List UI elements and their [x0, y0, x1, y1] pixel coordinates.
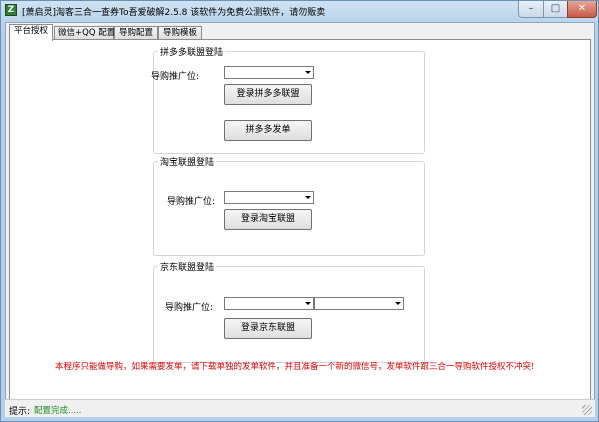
- taobao-promo-label: 导购推广位:: [167, 197, 216, 207]
- status-text: 配置完成.....: [34, 406, 82, 416]
- tab-wechat-qq-config[interactable]: 微信+QQ 配置: [54, 26, 115, 40]
- chevron-down-icon: [305, 302, 311, 305]
- notice-text: 本程序只能做导购，如果需要发单，请下载单独的发单软件，并且准备一个新的微信号，发…: [55, 362, 535, 372]
- maximize-button[interactable]: □: [543, 1, 568, 18]
- pdd-order-button[interactable]: 拼多多发单: [224, 120, 312, 141]
- status-bar: 提示: 配置完成.....: [5, 399, 595, 417]
- jd-login-button[interactable]: 登录京东联盟: [224, 318, 312, 339]
- status-label: 提示:: [9, 407, 31, 417]
- jd-promo-select-secondary[interactable]: [314, 297, 404, 310]
- tab-shopping-template[interactable]: 导购模板: [158, 26, 202, 40]
- pdd-promo-select[interactable]: [224, 66, 314, 79]
- taobao-group-title: 淘宝联盟登陆: [158, 155, 217, 168]
- app-logo-icon: Z: [5, 4, 17, 16]
- pdd-login-button[interactable]: 登录拼多多联盟: [224, 84, 312, 105]
- chevron-down-icon: [395, 302, 401, 305]
- client-area: 平台授权 微信+QQ 配置 导购配置 导购模板 拼多多联盟登陆 导购推广位: 登…: [5, 22, 595, 417]
- taobao-login-group: 淘宝联盟登陆 导购推广位: 登录淘宝联盟: [153, 155, 425, 256]
- jd-group-title: 京东联盟登陆: [158, 260, 217, 273]
- taobao-login-button[interactable]: 登录淘宝联盟: [224, 209, 312, 230]
- pdd-login-group: 拼多多联盟登陆 导购推广位: 登录拼多多联盟 拼多多发单: [151, 45, 425, 154]
- resize-grip-icon[interactable]: [582, 405, 592, 415]
- chevron-down-icon: [305, 196, 311, 199]
- minimize-button[interactable]: –: [518, 1, 544, 18]
- tab-shopping-config[interactable]: 导购配置: [114, 26, 158, 40]
- tab-panel-platform-auth: 拼多多联盟登陆 导购推广位: 登录拼多多联盟 拼多多发单 淘宝联盟登陆 导购推广…: [9, 39, 591, 414]
- taobao-promo-select[interactable]: [224, 191, 314, 204]
- title-bar[interactable]: Z [萧启灵]淘客三合一查券To吾爱破解2.5.8 该软件为免费公测软件，请勿贩…: [1, 1, 598, 21]
- jd-promo-label: 导购推广位:: [165, 303, 214, 313]
- pdd-promo-label: 导购推广位:: [151, 72, 200, 82]
- window-title: [萧启灵]淘客三合一查券To吾爱破解2.5.8 该软件为免费公测软件，请勿贩卖: [22, 8, 326, 18]
- close-button[interactable]: ✕: [567, 1, 597, 18]
- pdd-group-title: 拼多多联盟登陆: [158, 45, 226, 58]
- jd-login-group: 京东联盟登陆 导购推广位: 登录京东联盟: [153, 260, 425, 363]
- jd-promo-select[interactable]: [224, 297, 314, 310]
- app-window: Z [萧启灵]淘客三合一查券To吾爱破解2.5.8 该软件为免费公测软件，请勿贩…: [0, 0, 599, 422]
- tab-platform-auth[interactable]: 平台授权: [9, 24, 53, 41]
- chevron-down-icon: [305, 71, 311, 74]
